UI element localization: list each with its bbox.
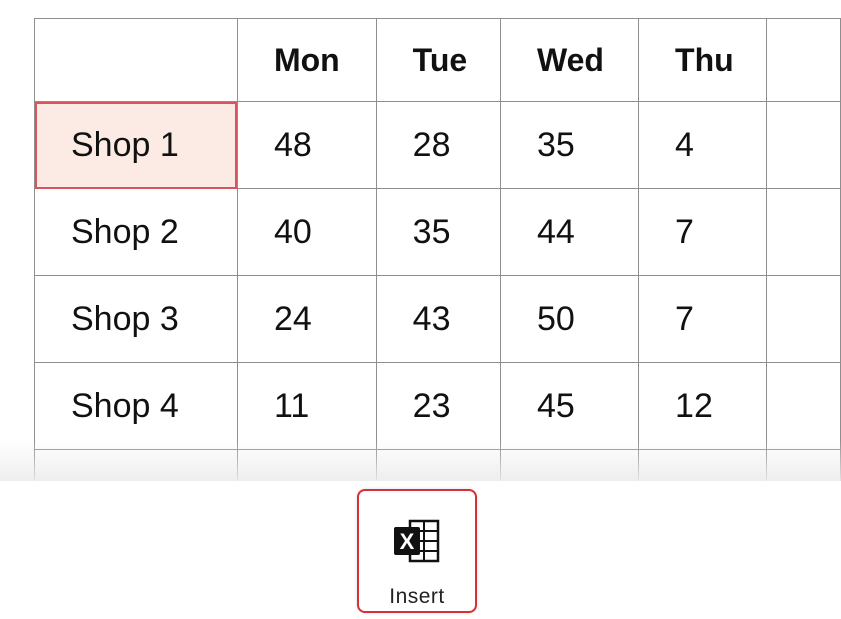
spreadsheet-table-area: Mon Tue Wed Thu Shop 1 48 28 35 4 Shop 2… — [0, 0, 841, 481]
header-cell-overflow[interactable] — [766, 18, 841, 102]
table-cell[interactable] — [766, 101, 841, 189]
row-label-cell[interactable] — [34, 449, 238, 481]
row-label-cell[interactable]: Shop 3 — [34, 275, 238, 363]
table-row: Shop 3 24 43 50 7 — [34, 275, 841, 363]
table-cell[interactable]: 24 — [236, 275, 377, 363]
header-cell-wed[interactable]: Wed — [499, 18, 640, 102]
insert-button-label: Insert — [389, 585, 445, 608]
table-cell[interactable]: 7 — [638, 275, 768, 363]
table-cell[interactable]: 12 — [638, 362, 768, 450]
table-cell[interactable] — [236, 449, 377, 481]
row-label-cell[interactable]: Shop 4 — [34, 362, 238, 450]
table-cell[interactable]: 48 — [236, 101, 377, 189]
table-row: Shop 4 11 23 45 12 — [34, 362, 841, 450]
table-cell[interactable]: 45 — [499, 362, 640, 450]
header-cell-thu[interactable]: Thu — [638, 18, 768, 102]
table-row — [34, 449, 841, 481]
table-cell[interactable]: 4 — [638, 101, 768, 189]
table-row: Shop 2 40 35 44 7 — [34, 188, 841, 276]
table-cell[interactable] — [766, 362, 841, 450]
row-label-cell-selected[interactable]: Shop 1 — [34, 101, 238, 189]
table-cell[interactable] — [766, 188, 841, 276]
insert-button[interactable]: X Insert — [357, 489, 477, 613]
table-cell[interactable]: 23 — [375, 362, 501, 450]
table-cell[interactable]: 28 — [375, 101, 501, 189]
table-cell[interactable]: 50 — [499, 275, 640, 363]
table-cell[interactable] — [766, 449, 841, 481]
header-cell-mon[interactable]: Mon — [236, 18, 377, 102]
table-cell[interactable] — [766, 275, 841, 363]
table-cell[interactable] — [638, 449, 768, 481]
header-corner-cell[interactable] — [34, 18, 238, 102]
svg-text:X: X — [400, 529, 415, 554]
row-label-cell[interactable]: Shop 2 — [34, 188, 238, 276]
table-row: Shop 1 48 28 35 4 — [34, 101, 841, 189]
table-cell[interactable]: 35 — [375, 188, 501, 276]
excel-icon: X — [394, 519, 440, 563]
table-cell[interactable] — [375, 449, 501, 481]
table-cell[interactable]: 7 — [638, 188, 768, 276]
data-table: Mon Tue Wed Thu Shop 1 48 28 35 4 Shop 2… — [34, 18, 841, 481]
header-cell-tue[interactable]: Tue — [375, 18, 501, 102]
table-cell[interactable]: 43 — [375, 275, 501, 363]
header-row: Mon Tue Wed Thu — [34, 18, 841, 102]
table-cell[interactable] — [499, 449, 640, 481]
table-cell[interactable]: 11 — [236, 362, 377, 450]
table-cell[interactable]: 40 — [236, 188, 377, 276]
table-cell[interactable]: 44 — [499, 188, 640, 276]
table-cell[interactable]: 35 — [499, 101, 640, 189]
